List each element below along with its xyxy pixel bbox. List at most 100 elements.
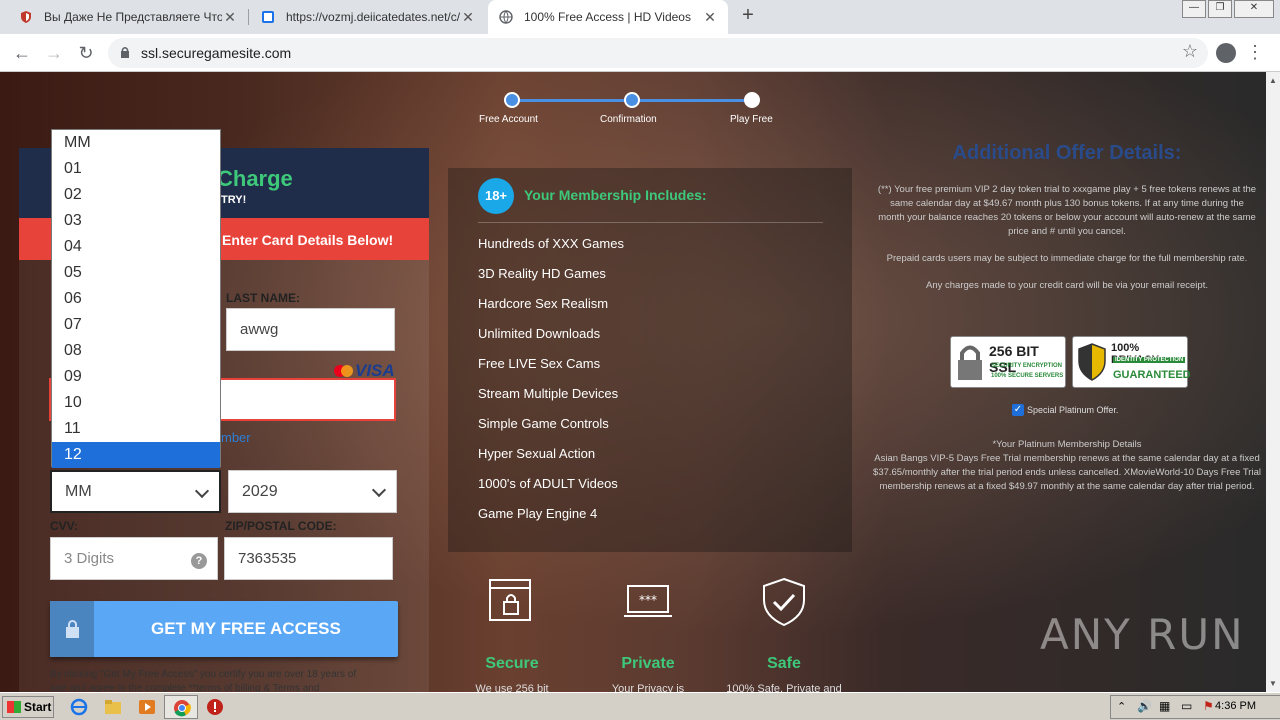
security-alert-icon[interactable] <box>206 698 224 716</box>
dropdown-option[interactable]: 06 <box>52 286 220 312</box>
membership-item: Hyper Sexual Action <box>478 446 596 461</box>
chrome-taskbar-button[interactable] <box>164 695 198 719</box>
flag-alert-icon[interactable]: ⚑ <box>1203 699 1214 713</box>
step-label: Play Free <box>730 114 773 125</box>
feature-desc: Your Privacy is <box>611 683 685 692</box>
bookmark-star-icon[interactable]: ☆ <box>1182 41 1198 62</box>
folder-icon[interactable] <box>104 698 122 716</box>
membership-item: Stream Multiple Devices <box>478 386 619 401</box>
back-icon[interactable]: ← <box>10 41 34 65</box>
mastercard-icon <box>334 365 353 377</box>
network-icon[interactable]: ▦ <box>1159 699 1170 713</box>
dropdown-option[interactable]: 11 <box>52 416 220 442</box>
dropdown-option[interactable]: MM <box>52 130 220 156</box>
seal-text: IDENTITY PROTECTION <box>1113 357 1186 363</box>
scroll-up-icon[interactable]: ▲ <box>1269 76 1277 85</box>
forward-icon[interactable]: → <box>42 41 66 65</box>
privacy-seal: 100% PRIVACY IDENTITY PROTECTION GUARANT… <box>1072 336 1191 388</box>
tab-1-title: Вы Даже Не Представляете Что М <box>44 10 222 24</box>
cvv-input[interactable]: 3 Digits ? <box>50 537 218 580</box>
taskbar: Start ⌃ 🔊 ▦ ▭ ⚑ 4:36 PM <box>0 692 1280 720</box>
help-icon[interactable]: ? <box>191 553 207 569</box>
account-icon[interactable] <box>1216 43 1236 63</box>
get-free-access-button[interactable]: GET MY FREE ACCESS <box>50 601 398 657</box>
padlock-icon <box>958 345 982 380</box>
dropdown-option[interactable]: 04 <box>52 234 220 260</box>
chevron-down-icon <box>194 483 210 499</box>
form-title: Charge <box>217 166 293 191</box>
minimize-button[interactable]: — <box>1182 0 1206 18</box>
battery-icon[interactable]: ▭ <box>1181 699 1192 713</box>
tab-2[interactable]: https://vozmj.deiicatedates.net/c/d ✕ <box>250 0 486 34</box>
membership-item: Free LIVE Sex Cams <box>478 356 601 371</box>
card-number-link[interactable]: mber <box>221 430 251 445</box>
maximize-button[interactable]: ❐ <box>1208 0 1232 18</box>
expiry-month-select[interactable]: MM <box>50 470 221 513</box>
dropdown-option-selected[interactable]: 12 <box>52 442 220 468</box>
anyrun-watermark: ANY RUN <box>1040 610 1245 659</box>
dropdown-option[interactable]: 10 <box>52 390 220 416</box>
new-tab-button[interactable]: + <box>736 4 760 27</box>
step-dot <box>744 92 760 108</box>
close-window-button[interactable]: ✕ <box>1234 0 1274 18</box>
dropdown-option[interactable]: 05 <box>52 260 220 286</box>
address-bar[interactable]: ssl.securegamesite.com <box>108 38 1208 68</box>
menu-icon[interactable]: ⋮ <box>1246 42 1264 63</box>
tab-3-active[interactable]: 100% Free Access | HD Videos ✕ <box>488 0 728 34</box>
chevron-up-icon[interactable]: ⌃ <box>1117 700 1126 713</box>
zip-input[interactable]: 7363535 <box>224 537 393 580</box>
dropdown-option[interactable]: 02 <box>52 182 220 208</box>
dropdown-option[interactable]: 08 <box>52 338 220 364</box>
feature-desc: We use 256 bit <box>475 683 549 692</box>
trust-seals: 256 BIT SSL SECURITY ENCRYPTION 100% SEC… <box>950 336 1191 388</box>
cvv-placeholder: 3 Digits <box>64 550 115 567</box>
dropdown-option[interactable]: 07 <box>52 312 220 338</box>
offer-paragraph: *Your Platinum Membership Details <box>992 439 1142 450</box>
membership-item: Simple Game Controls <box>478 416 609 431</box>
feature-title: Safe <box>767 655 801 672</box>
speaker-icon[interactable]: 🔊 <box>1137 699 1152 713</box>
tab-bar: Вы Даже Не Представляете Что М ✕ https:/… <box>0 0 1280 34</box>
vertical-scrollbar[interactable]: ▲ ▼ <box>1266 72 1280 692</box>
page-icon <box>260 9 276 25</box>
platinum-offer-checkbox[interactable]: ✓ Special Platinum Offer. <box>1012 404 1118 416</box>
seal-text: 100% SECURE SERVERS <box>991 373 1064 379</box>
seal-text: SECURITY ENCRYPTION <box>991 363 1063 369</box>
legal-line: By clicking "Get My Free Access" you cer… <box>50 669 357 680</box>
clock[interactable]: 4:36 PM <box>1215 700 1256 712</box>
close-icon[interactable]: ✕ <box>222 9 238 26</box>
tab-2-title: https://vozmj.deiicatedates.net/c/d <box>286 10 460 24</box>
dropdown-option[interactable]: 01 <box>52 156 220 182</box>
dropdown-option[interactable]: 03 <box>52 208 220 234</box>
last-name-input[interactable]: awwg <box>226 308 395 351</box>
system-tray: ⌃ 🔊 ▦ ▭ ⚑ 4:36 PM <box>1110 695 1280 719</box>
close-icon[interactable]: ✕ <box>702 9 718 26</box>
dropdown-option[interactable]: 09 <box>52 364 220 390</box>
scroll-down-icon[interactable]: ▼ <box>1269 679 1277 688</box>
membership-item: Unlimited Downloads <box>478 326 601 341</box>
feature-private: *** Private Your Privacy is <box>588 576 708 692</box>
feature-secure: Secure We use 256 bit <box>452 576 572 692</box>
media-player-icon[interactable] <box>138 698 156 716</box>
ie-icon[interactable] <box>70 698 88 716</box>
start-label: Start <box>24 700 52 714</box>
checkbox-checked-icon[interactable]: ✓ <box>1012 404 1024 416</box>
feature-desc: 100% Safe, Private and <box>726 683 842 692</box>
month-dropdown-list[interactable]: MM 01 02 03 04 05 06 07 08 09 10 11 12 <box>51 129 221 468</box>
step-dot <box>624 92 640 108</box>
shield-check-icon <box>763 577 805 627</box>
start-button[interactable]: Start <box>2 696 54 718</box>
close-icon[interactable]: ✕ <box>460 9 476 26</box>
step-dot <box>504 92 520 108</box>
globe-icon <box>498 9 514 25</box>
legal-text: By clicking "Get My Free Access" you cer… <box>50 668 400 692</box>
divider <box>478 222 823 223</box>
expiry-year-select[interactable]: 2029 <box>228 470 397 513</box>
reload-icon[interactable]: ↻ <box>74 41 98 65</box>
tab-1[interactable]: Вы Даже Не Представляете Что М ✕ <box>8 0 248 34</box>
laptop-password-icon: *** <box>624 585 672 617</box>
feature-safe: Safe 100% Safe, Private and <box>724 576 844 692</box>
offer-paragraph: (**) Your free premium VIP 2 day token t… <box>877 184 1257 237</box>
chrome-icon <box>174 700 191 717</box>
tab-divider <box>248 9 249 25</box>
